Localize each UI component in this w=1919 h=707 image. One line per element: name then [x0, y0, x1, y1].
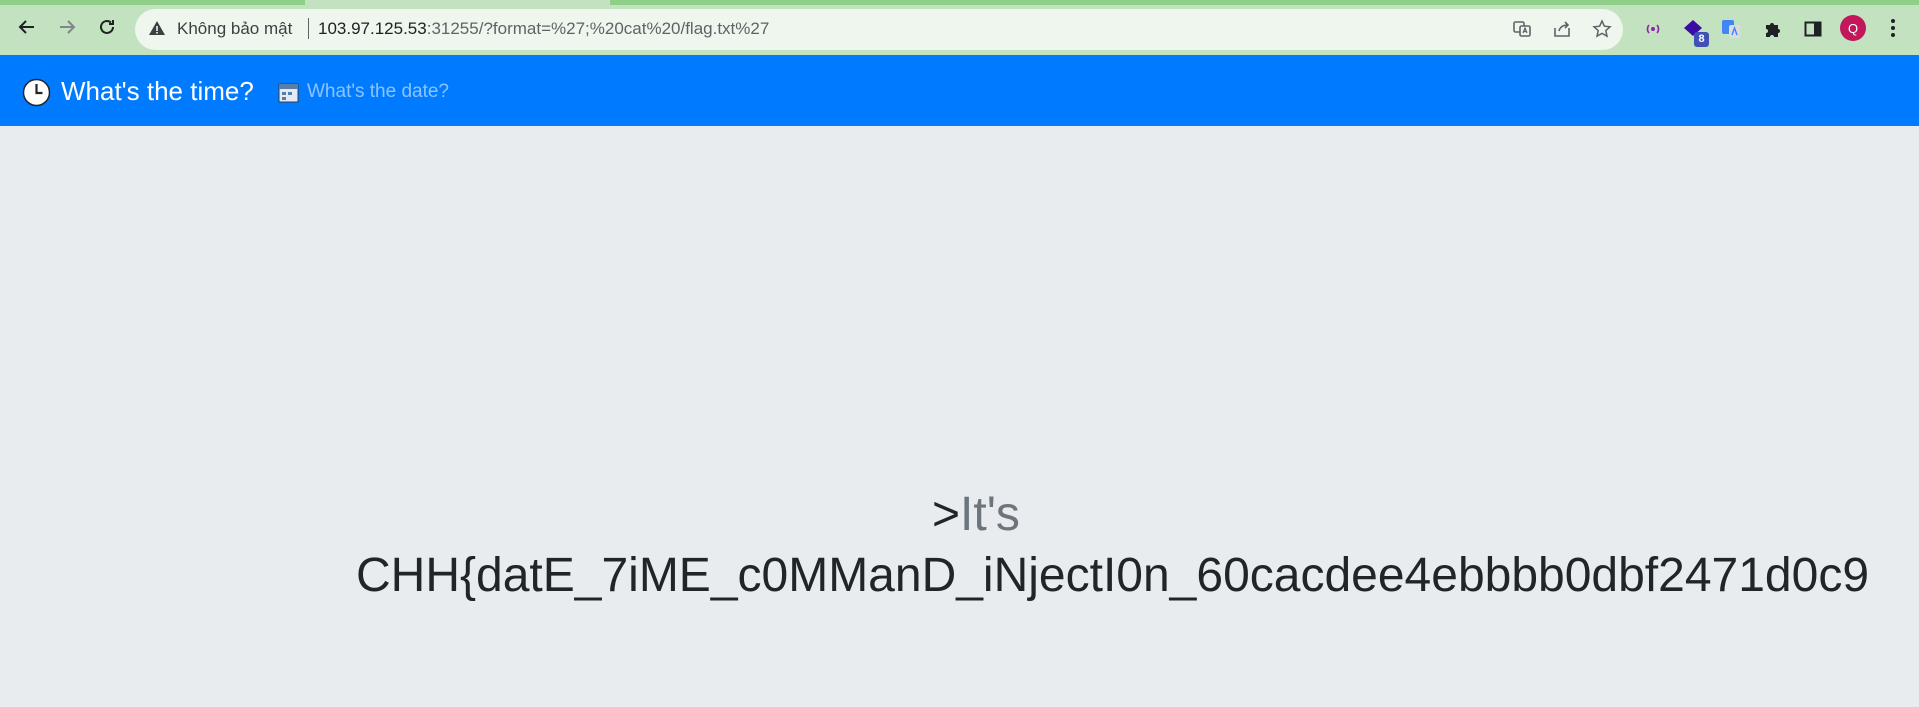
url-host: 103.97.125.53	[318, 19, 427, 38]
extension-translate-button[interactable]	[1718, 16, 1744, 42]
translate-button[interactable]	[1510, 17, 1534, 41]
back-button[interactable]	[14, 14, 40, 40]
extension-radio-button[interactable]	[1640, 16, 1666, 42]
address-separator	[308, 18, 309, 39]
calendar-icon	[278, 83, 299, 103]
nav-link-date[interactable]: What's the date?	[307, 81, 449, 103]
browser-menu-button[interactable]	[1880, 15, 1906, 41]
page-content: >It's CHH{datE_7iME_c0MManD_iNjectI0n_60…	[0, 126, 1919, 707]
extensions-button[interactable]	[1760, 16, 1786, 42]
flag-text: CHH{datE_7iME_c0MManD_iNjectI0n_60cacdee…	[356, 549, 1870, 602]
puzzle-icon	[1766, 23, 1780, 37]
broadcast-icon	[1646, 24, 1660, 34]
tab-strip-accent	[610, 0, 1919, 5]
result-prefix: >It's	[932, 484, 1020, 545]
bookmark-button[interactable]	[1590, 17, 1614, 41]
warning-triangle-icon[interactable]	[148, 19, 166, 37]
side-panel-icon	[1804, 21, 1822, 37]
side-panel-button[interactable]	[1800, 16, 1826, 42]
tab-strip-accent	[0, 0, 305, 5]
reload-icon	[100, 19, 114, 34]
forward-button[interactable]	[54, 14, 80, 40]
kebab-menu-icon	[1891, 19, 1895, 37]
navbar-brand[interactable]: What's the time?	[61, 76, 254, 107]
star-icon	[1592, 19, 1612, 38]
share-button[interactable]	[1550, 17, 1574, 41]
arrow-left-icon	[18, 20, 34, 34]
its-label: It's	[960, 488, 1020, 541]
reload-button[interactable]	[94, 14, 120, 40]
profile-avatar[interactable]: Q	[1840, 15, 1866, 41]
url-text[interactable]: 103.97.125.53:31255/?format=%27;%20cat%2…	[318, 19, 769, 39]
security-label[interactable]: Không bảo mật	[177, 19, 292, 39]
arrow-right-icon	[60, 20, 76, 34]
extension-badge: 8	[1694, 32, 1709, 47]
clock-icon	[22, 78, 51, 107]
translate-icon	[1513, 21, 1531, 37]
url-path: :31255/?format=%27;%20cat%20/flag.txt%27	[426, 19, 770, 38]
prompt-char: >	[932, 488, 961, 541]
google-translate-icon	[1722, 20, 1740, 38]
share-icon	[1554, 21, 1570, 37]
